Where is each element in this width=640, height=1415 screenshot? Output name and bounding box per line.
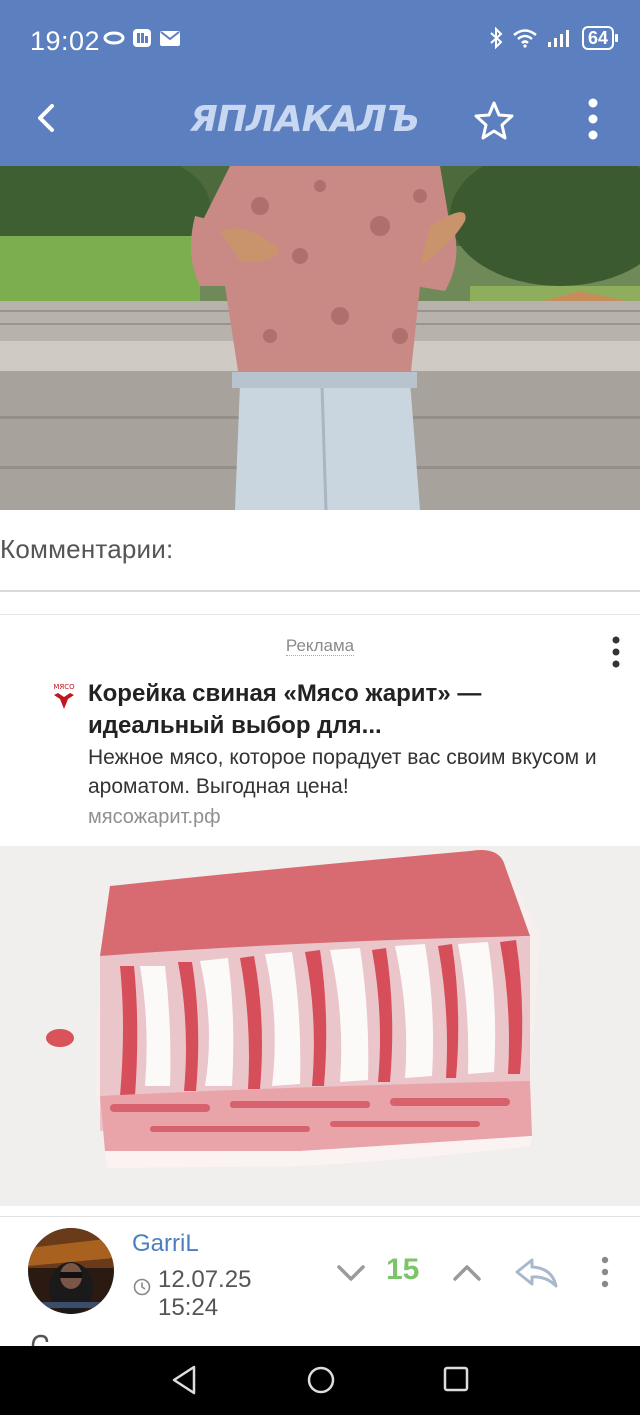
comment-username[interactable]: GarriL [132, 1230, 199, 1258]
nav-back-icon[interactable] [170, 1364, 198, 1396]
comment-datetime: 12.07.25 15:24 [158, 1266, 251, 1320]
reply-icon[interactable] [512, 1254, 560, 1292]
vote-count: 15 [386, 1253, 420, 1286]
system-nav-bar [0, 1346, 640, 1415]
nav-recents-icon[interactable] [442, 1365, 470, 1393]
comment-more-icon[interactable] [594, 1254, 616, 1290]
next-comment-peek [31, 1334, 49, 1346]
avatar[interactable] [28, 1228, 114, 1314]
avatar-image [28, 1228, 114, 1314]
vote-down-icon[interactable] [334, 1256, 368, 1290]
vote-up-icon[interactable] [450, 1256, 484, 1290]
comment-header: GarriL 12.07.25 15:24 15 [0, 0, 640, 1320]
clock-icon [133, 1278, 151, 1296]
nav-home-icon[interactable] [305, 1364, 337, 1396]
comment-date: 12.07.25 [158, 1266, 252, 1293]
comment-time: 15:24 [158, 1294, 219, 1320]
